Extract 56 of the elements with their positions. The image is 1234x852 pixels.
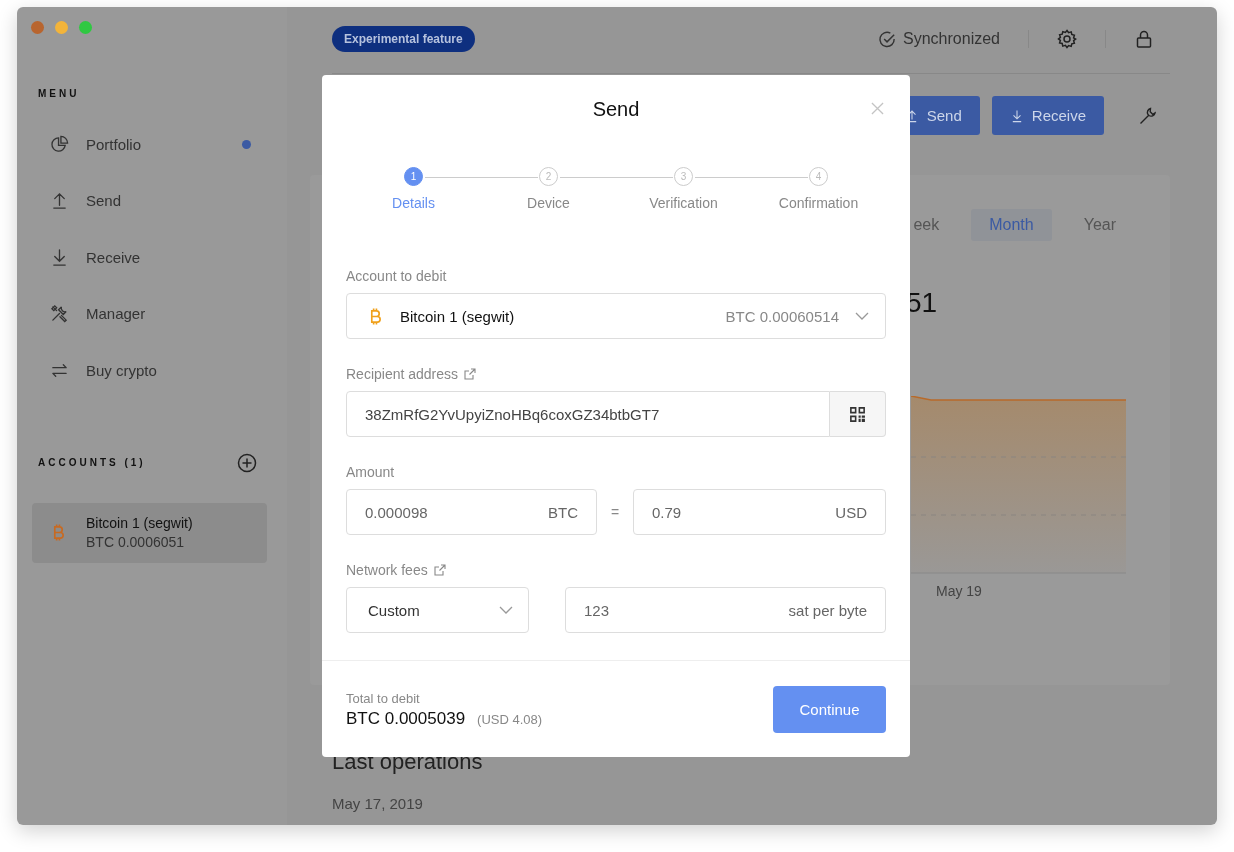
amount-field[interactable]: 0.79 USD [633,489,886,535]
field-label: Recipient address [346,366,459,382]
fee-select[interactable]: Custom [346,587,529,633]
sidebar-item[interactable]: Portfolio [17,116,287,173]
bitcoin-icon [369,306,382,326]
field-label: Network fees [346,562,428,578]
currency-label: USD [835,503,867,521]
step-label: Details [392,195,435,211]
qr-code-button[interactable] [830,391,886,437]
lock-icon[interactable] [1134,29,1154,49]
menu-heading: MENU [38,88,81,99]
field-label: Account to debit [346,268,448,284]
step-label: Verification [649,195,718,211]
external-link-icon[interactable] [464,368,477,380]
external-link-icon[interactable] [433,564,446,576]
add-icon[interactable] [237,452,257,473]
total-fiat: (USD 4.08) [477,712,543,727]
range-tab[interactable]: Year [1065,209,1134,241]
receive-button[interactable]: Receive [991,96,1104,135]
step-label: Confirmation [778,195,859,211]
sync-status: Synchronized [903,30,1000,48]
axis-label: May 19 [936,583,983,599]
wrench-icon[interactable] [1138,105,1158,126]
address-field[interactable]: 38ZmRfG2YvUpyiZnoHBq6coxGZ34btbGT7 [346,391,830,437]
chevron-down-icon [499,606,513,614]
upload-icon [50,191,69,211]
step-number: 1 [404,167,423,186]
sidebar-item[interactable]: Receive [17,229,287,286]
account-select[interactable]: Bitcoin 1 (segwit) BTC 0.00060514 [346,293,886,339]
unit-label: sat per byte [788,601,867,619]
tools-icon [50,304,69,324]
dialog-title: Send [592,97,640,121]
amount-field[interactable]: 0.000098 BTC [346,489,597,535]
accounts-heading: ACCOUNTS (1) [38,457,146,468]
step-label: Device [527,195,570,211]
bitcoin-icon [52,523,65,542]
download-icon [50,247,69,267]
pie-chart-icon [50,134,69,154]
continue-button[interactable]: Continue [773,685,886,733]
field-label: Amount [346,464,396,480]
total-amount: BTC 0.0005039 [346,709,466,729]
check-circle-icon [878,29,898,49]
fee-field[interactable]: 123 sat per byte [565,587,886,633]
qr-code-icon [849,405,866,423]
sidebar-item[interactable]: Manager [17,285,287,342]
equals-sign: = [609,504,621,520]
account-item[interactable]: Bitcoin 1 (segwit) BTC 0.0006051 [32,502,267,563]
currency-label: BTC [548,503,578,521]
section-title: Last operations [332,749,484,775]
sidebar-item[interactable]: Send [17,172,287,229]
total-label: Total to debit [346,691,421,706]
sidebar-item[interactable]: Buy crypto [17,342,287,399]
date-label: May 17, 2019 [332,795,424,812]
chevron-down-icon [855,312,869,320]
settings-icon[interactable] [1057,29,1077,49]
experimental-badge: Experimental feature [332,26,475,52]
